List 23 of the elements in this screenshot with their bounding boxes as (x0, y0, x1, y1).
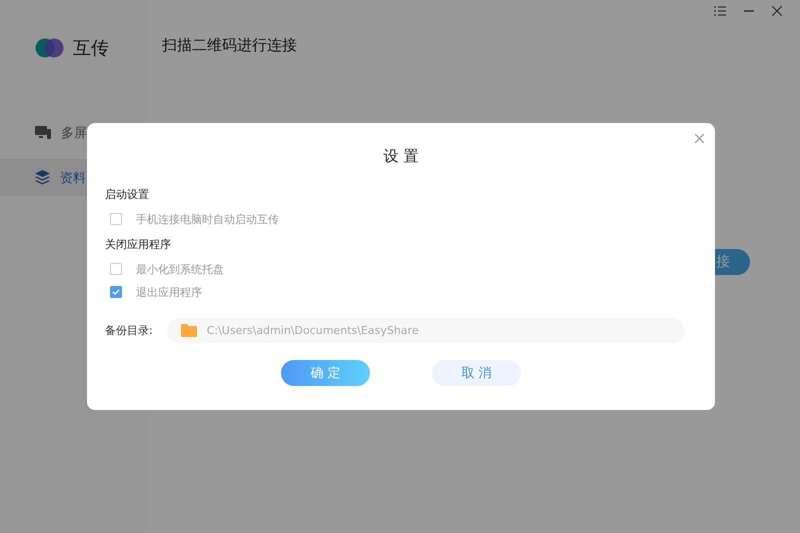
confirm-button[interactable]: 确 定 (281, 360, 370, 386)
layers-icon (35, 170, 50, 185)
checkbox[interactable] (110, 286, 122, 298)
logo-icon (35, 38, 65, 58)
close-icon[interactable] (772, 6, 782, 16)
close-icon[interactable] (695, 134, 704, 143)
checkbox[interactable] (110, 263, 122, 275)
menu-icon[interactable] (714, 6, 726, 16)
app-name: 互传 (73, 37, 109, 60)
minimize-icon[interactable] (744, 10, 754, 12)
page-heading: 扫描二维码进行连接 (162, 36, 297, 55)
checkbox[interactable] (110, 213, 122, 225)
dialog-title: 设 置 (382, 147, 420, 167)
checkbox-label: 最小化到系统托盘 (136, 262, 224, 276)
checkbox-label: 手机连接电脑时自动启动互传 (136, 212, 279, 226)
path-field[interactable]: C:\Users\admin\Documents\EasyShare (166, 318, 685, 343)
field-label: 备份目录: (105, 323, 153, 338)
section-title: 关闭应用程序 (105, 237, 172, 253)
sidebar-item[interactable]: 多屏 (0, 114, 145, 151)
checkbox-label: 退出应用程序 (136, 284, 202, 300)
monitor-icon (35, 126, 51, 140)
folder-icon (180, 324, 197, 337)
cancel-button[interactable]: 取 消 (432, 360, 521, 386)
